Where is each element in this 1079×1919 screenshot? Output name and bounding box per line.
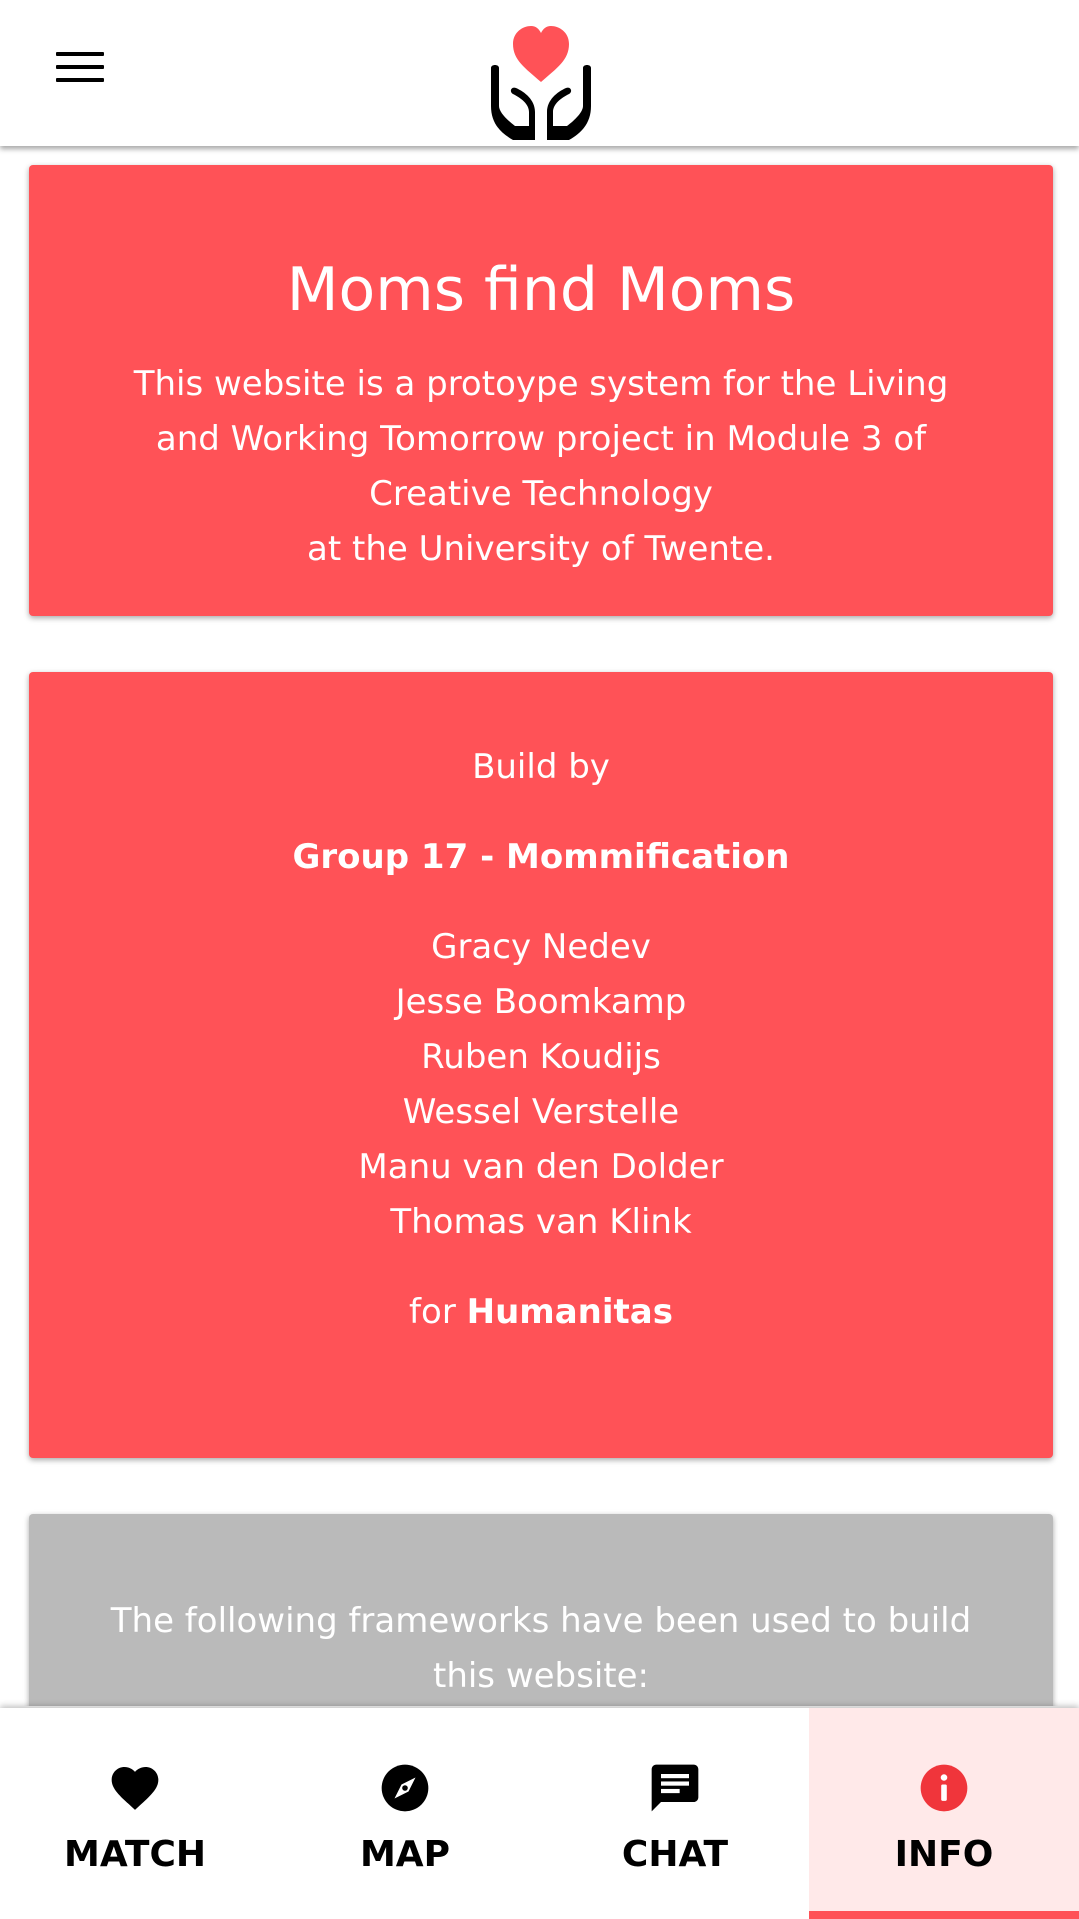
group-name: Group 17 - Mommification xyxy=(292,837,790,877)
team-member: Wessel Verstelle xyxy=(402,1092,680,1132)
frameworks-intro: The following frameworks have been used … xyxy=(110,1601,972,1696)
intro-line-1: This website is a protoype system for th… xyxy=(133,364,949,514)
team-member: Thomas van Klink xyxy=(390,1202,692,1242)
page-title: Moms find Moms xyxy=(286,255,796,325)
tab-map[interactable]: MAP xyxy=(270,1708,540,1919)
hamburger-menu-icon[interactable] xyxy=(46,52,110,100)
compass-icon xyxy=(381,1764,429,1812)
team-card: Build by Group 17 - Mommification Gracy … xyxy=(29,672,1053,1458)
team-member: Manu van den Dolder xyxy=(358,1147,724,1187)
tab-chat[interactable]: CHAT xyxy=(540,1708,810,1919)
tab-info[interactable]: INFO xyxy=(809,1708,1079,1919)
build-by-label: Build by xyxy=(472,747,610,787)
client-prefix: for xyxy=(409,1292,456,1332)
team-member: Jesse Boomkamp xyxy=(395,982,687,1022)
tab-match[interactable]: MATCH xyxy=(0,1708,270,1919)
frameworks-card: The following frameworks have been used … xyxy=(29,1514,1053,1706)
team-member: Ruben Koudijs xyxy=(421,1037,661,1077)
intro-card: Moms find Moms This website is a protoyp… xyxy=(29,165,1053,616)
intro-description: This website is a protoype system for th… xyxy=(109,357,973,577)
app-header xyxy=(0,0,1079,146)
intro-line-2: at the University of Twente. xyxy=(307,529,775,569)
info-content: Moms find Moms This website is a protoyp… xyxy=(0,146,1079,1706)
bottom-navigation: MATCH MAP CHAT INFO xyxy=(0,1708,1079,1919)
team-member: Gracy Nedev xyxy=(431,927,651,967)
tab-match-label: MATCH xyxy=(64,1834,206,1875)
heart-icon xyxy=(111,1767,159,1810)
tab-map-label: MAP xyxy=(359,1834,451,1875)
client-name: Humanitas xyxy=(466,1292,673,1332)
tab-info-label: INFO xyxy=(894,1834,994,1875)
info-icon xyxy=(920,1764,968,1812)
client-line: for Humanitas xyxy=(29,1285,1053,1340)
heart-in-hands-icon[interactable] xyxy=(485,22,597,140)
tab-chat-label: CHAT xyxy=(621,1834,729,1875)
chat-icon xyxy=(651,1764,699,1812)
